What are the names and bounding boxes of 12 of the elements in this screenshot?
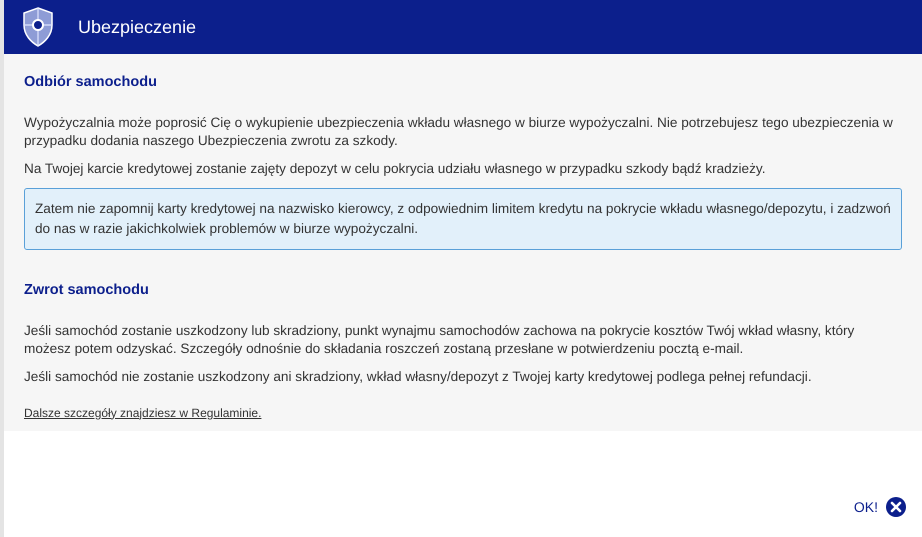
shield-icon [22, 7, 54, 47]
terms-link[interactable]: Dalsze szczegóły znajdziesz w Regulaminie. [24, 404, 262, 422]
paragraph: Jeśli samochód nie zostanie uszkodzony ani skradziony, wkład własny/depozyt z Twojej karty kredytowej podlega pełnej refundacji. [24, 368, 813, 386]
paragraph: Wypożyczalnia może poprosić Cię o wykupienie ubezpieczenia wkładu własnego w biurze wypożyczalni. Nie potrzebujesz tego ubezpieczenia w przypadku dodania naszego Ubezpieczenia zwrotu za szkody. [24, 114, 894, 150]
dialog-title: Ubezpieczenie [78, 16, 196, 39]
close-icon [886, 497, 906, 518]
section-heading: Zwrot samochodu [24, 280, 150, 300]
section-heading: Odbiór samochodu [24, 73, 158, 92]
paragraph: Na Twojej karcie kredytowej zostanie zajęty depozyt w celu pokrycia udziału własnego w przypadku szkody bądź kradzieży. [24, 160, 766, 178]
notice-box: Zatem nie zapomnij karty kredytowej na nazwisko kierowcy, z odpowiednim limitem kredytu na pokrycie wkładu własnego/depozytu, i zadzwoń do nas w razie jakichkolwiek problemów w biurze wypożyczalni. [24, 188, 902, 250]
ok-button[interactable]: OK! [854, 496, 906, 518]
paragraph: Jeśli samochód zostanie uszkodzony lub skradziony, punkt wynajmu samochodów zachowa na pokrycie kosztów Twój wkład własny, który możesz potem odzyskać. Szczegóły odnośnie do składania roszczeń zostaną przesłane w potwierdzeniu pocztą e-mail. [24, 322, 856, 358]
